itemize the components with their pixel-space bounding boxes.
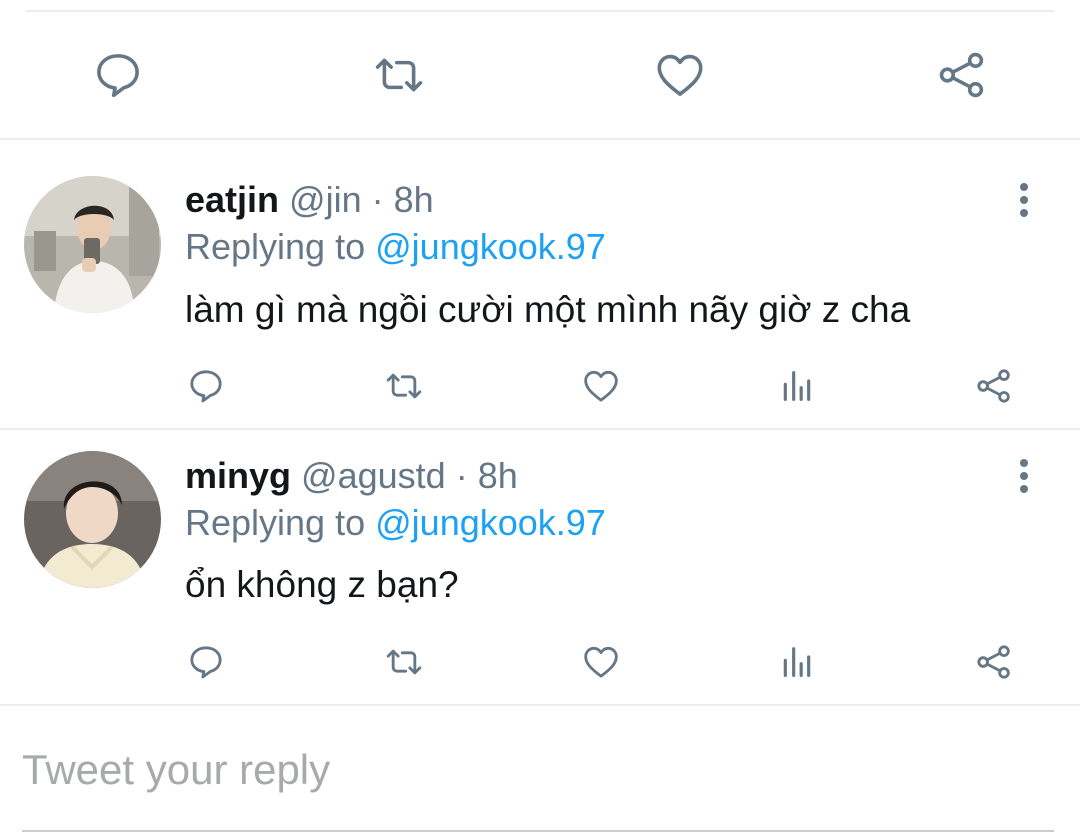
replying-to-label: Replying to bbox=[185, 226, 366, 267]
analytics-icon bbox=[783, 371, 811, 401]
tweet-header: minyg @agustd · 8h bbox=[185, 456, 518, 496]
mention-link[interactable]: @jungkook.97 bbox=[375, 502, 606, 543]
like-button[interactable] bbox=[645, 40, 715, 110]
comment-icon bbox=[190, 646, 222, 679]
retweet-icon bbox=[375, 58, 423, 92]
heart-icon bbox=[657, 54, 703, 96]
analytics-button[interactable] bbox=[772, 637, 822, 687]
tweet-text: ổn không z bạn? bbox=[185, 564, 459, 605]
heart-icon bbox=[584, 646, 618, 678]
tweet-detail-page: eatjin @jin · 8h Replying to @jungkook.9… bbox=[0, 0, 1080, 839]
share-button[interactable] bbox=[969, 637, 1019, 687]
divider bbox=[26, 10, 1054, 12]
avatar-photo bbox=[24, 451, 161, 588]
retweet-icon bbox=[386, 373, 422, 399]
avatar-photo bbox=[24, 176, 161, 313]
display-name[interactable]: eatjin bbox=[185, 179, 279, 220]
timestamp[interactable]: 8h bbox=[394, 179, 434, 220]
main-tweet-action-bar bbox=[0, 40, 1080, 110]
retweet-button[interactable] bbox=[379, 361, 429, 411]
separator-dot: · bbox=[455, 455, 468, 496]
tweet-header: eatjin @jin · 8h bbox=[185, 180, 434, 220]
share-button[interactable] bbox=[969, 361, 1019, 411]
more-options-button[interactable] bbox=[1008, 456, 1040, 496]
comment-icon bbox=[190, 370, 222, 403]
avatar[interactable] bbox=[24, 176, 161, 313]
like-button[interactable] bbox=[576, 361, 626, 411]
heart-icon bbox=[584, 370, 618, 402]
display-name[interactable]: minyg bbox=[185, 455, 291, 496]
handle[interactable]: @agustd bbox=[301, 455, 446, 496]
share-icon bbox=[977, 369, 1010, 403]
tweet-text: làm gì mà ngồi cười một mình nãy giờ z c… bbox=[185, 289, 911, 330]
retweet-icon bbox=[386, 649, 422, 675]
analytics-icon bbox=[783, 647, 811, 677]
reply-action-bar bbox=[0, 637, 1080, 687]
reply-action-bar bbox=[0, 361, 1080, 411]
more-options-button[interactable] bbox=[1008, 180, 1040, 220]
timestamp[interactable]: 8h bbox=[478, 455, 518, 496]
divider bbox=[0, 704, 1080, 706]
reply-tweet[interactable]: minyg @agustd · 8h Replying to @jungkook… bbox=[0, 430, 1080, 704]
analytics-button[interactable] bbox=[772, 361, 822, 411]
replying-to-label: Replying to bbox=[185, 502, 366, 543]
reply-button[interactable] bbox=[181, 637, 231, 687]
share-icon bbox=[939, 52, 984, 98]
share-icon bbox=[977, 645, 1010, 679]
replying-to-line: Replying to @jungkook.97 bbox=[185, 227, 606, 267]
retweet-button[interactable] bbox=[379, 637, 429, 687]
more-vertical-icon bbox=[1020, 459, 1028, 493]
composer-underline bbox=[22, 830, 1054, 832]
more-vertical-icon bbox=[1020, 183, 1028, 217]
reply-composer-input[interactable]: Tweet your reply bbox=[22, 740, 1054, 800]
mention-link[interactable]: @jungkook.97 bbox=[375, 226, 606, 267]
replying-to-line: Replying to @jungkook.97 bbox=[185, 503, 606, 543]
retweet-button[interactable] bbox=[364, 40, 434, 110]
reply-button[interactable] bbox=[181, 361, 231, 411]
handle[interactable]: @jin bbox=[289, 179, 362, 220]
reply-tweet[interactable]: eatjin @jin · 8h Replying to @jungkook.9… bbox=[0, 140, 1080, 428]
comment-icon bbox=[97, 54, 139, 98]
separator-dot: · bbox=[371, 179, 384, 220]
reply-button[interactable] bbox=[83, 40, 153, 110]
like-button[interactable] bbox=[576, 637, 626, 687]
share-button[interactable] bbox=[927, 40, 997, 110]
avatar[interactable] bbox=[24, 451, 161, 588]
